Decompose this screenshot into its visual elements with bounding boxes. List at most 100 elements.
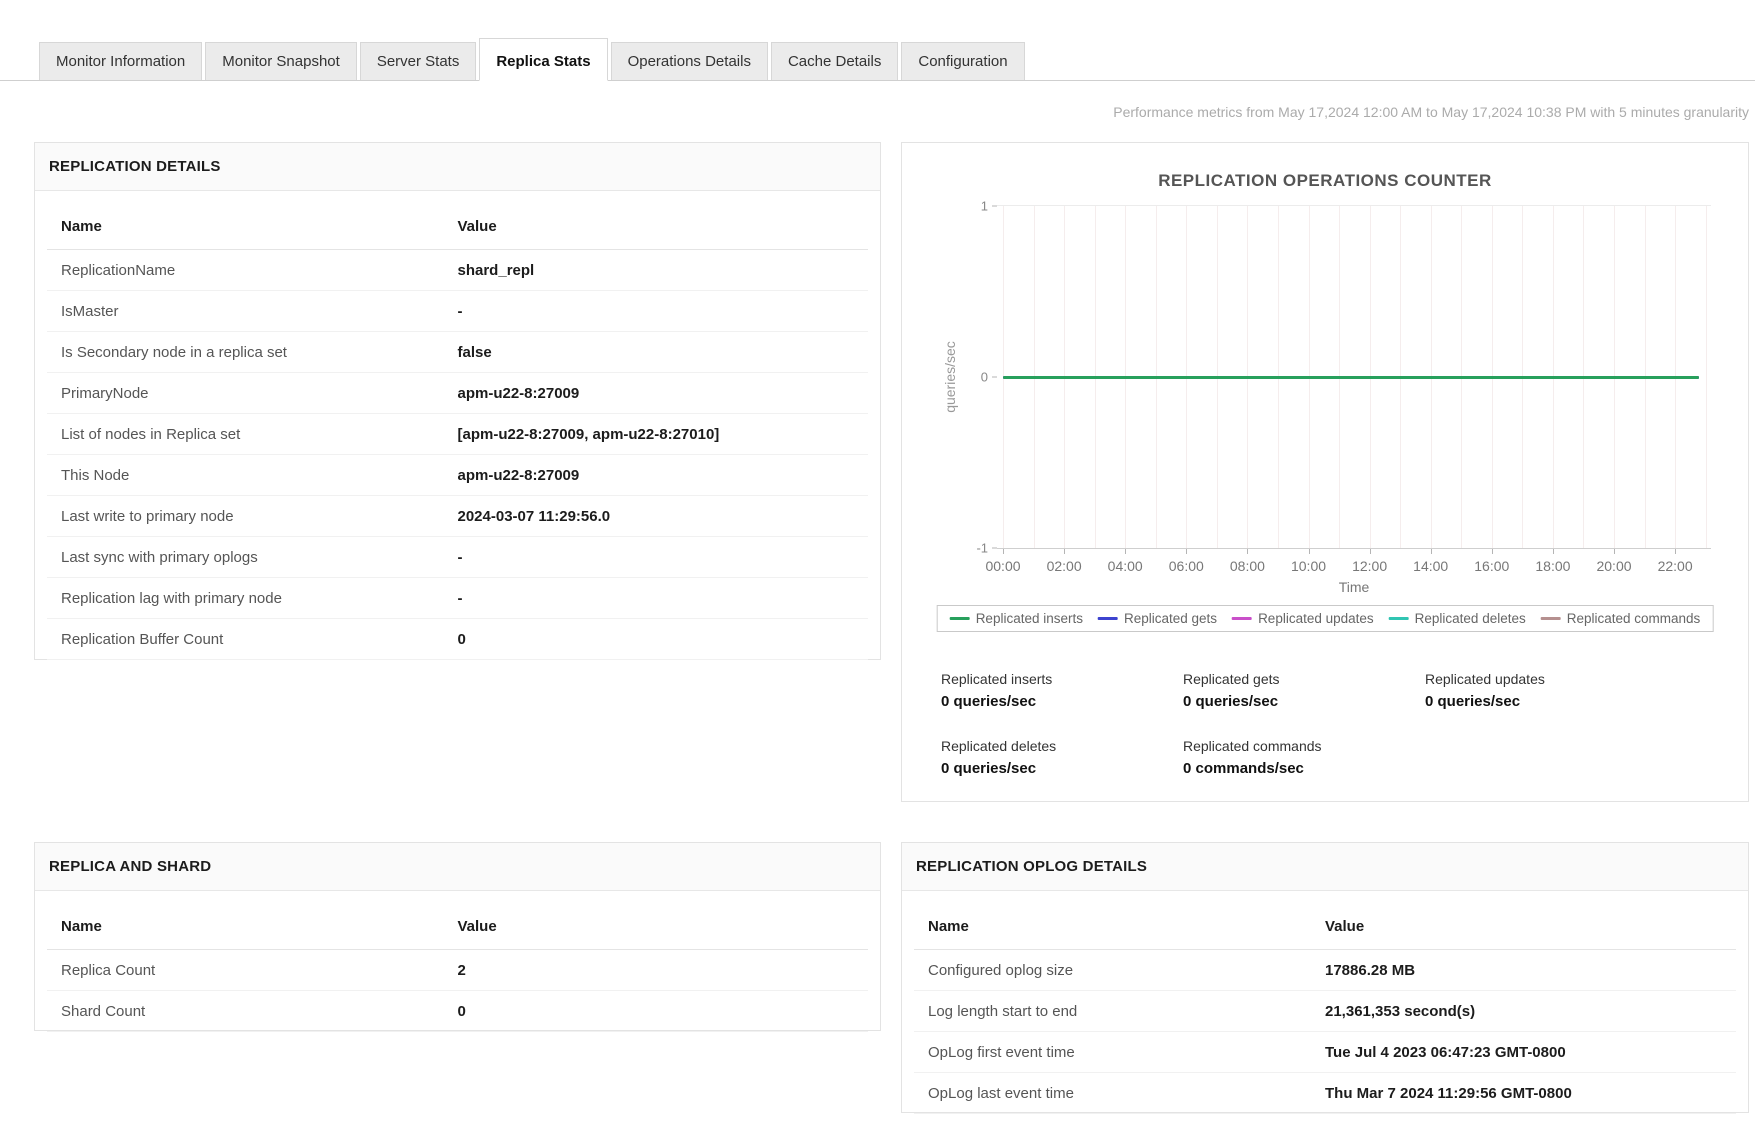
row-name: This Node [47,467,458,484]
row-value: 2 [458,962,869,979]
y-axis-label: queries/sec [942,327,958,427]
panel-title: REPLICA AND SHARD [35,843,880,891]
table-row: List of nodes in Replica set[apm-u22-8:2… [47,414,868,455]
x-tick-label: 04:00 [1108,558,1143,574]
x-tick-label: 10:00 [1291,558,1326,574]
plot-area: queries/sec 10-100:0002:0004:0006:0008:0… [997,205,1711,549]
chart-stat-replicated-deletes: Replicated deletes0 queries/sec [941,738,1183,777]
x-tick-mark [1614,549,1615,554]
row-name: Last sync with primary oplogs [47,549,458,566]
chart-legend: Replicated inserts Replicated gets Replica… [937,605,1714,632]
chart-stat-replicated-updates: Replicated updates0 queries/sec [1425,671,1667,710]
column-header-name: Name [914,918,1325,935]
table-row: Last sync with primary oplogs- [47,537,868,578]
x-tick-mark [1186,549,1187,554]
panel-title: REPLICATION DETAILS [35,143,880,191]
x-tick-label: 00:00 [985,558,1020,574]
table-row: IsMaster- [47,291,868,332]
tab-monitor-snapshot[interactable]: Monitor Snapshot [205,42,357,80]
row-name: Log length start to end [914,1003,1325,1020]
legend-swatch-icon [1232,617,1252,620]
x-tick-label: 02:00 [1047,558,1082,574]
tab-cache-details[interactable]: Cache Details [771,42,898,80]
x-tick-label: 12:00 [1352,558,1387,574]
legend-item-replicated-inserts[interactable]: Replicated inserts [950,611,1083,626]
legend-label: Replicated inserts [976,611,1083,626]
chart-stat-replicated-commands: Replicated commands 0 commands/sec [1183,738,1425,777]
row-value: - [458,549,869,566]
table-row: Replication lag with primary node- [47,578,868,619]
legend-item-replicated-updates[interactable]: Replicated updates [1232,611,1374,626]
replication-oplog-details-panel: REPLICATION OPLOG DETAILS NameValueConfi… [901,842,1749,1113]
tab-configuration[interactable]: Configuration [901,42,1024,80]
y-tick-label: -1 [976,541,988,556]
stat-value: 0 queries/sec [1425,693,1667,710]
row-value: 17886.28 MB [1325,962,1736,979]
row-name: PrimaryNode [47,385,458,402]
chart-stats: Replicated inserts0 queries/secReplicate… [941,671,1667,777]
x-tick-label: 20:00 [1596,558,1631,574]
row-name: IsMaster [47,303,458,320]
x-tick-label: 08:00 [1230,558,1265,574]
row-value: - [458,590,869,607]
chart-title: REPLICATION OPERATIONS COUNTER [902,171,1748,191]
row-name: Configured oplog size [914,962,1325,979]
row-name: List of nodes in Replica set [47,426,458,443]
y-tick-mark [992,548,997,549]
table-row: This Nodeapm-u22-8:27009 [47,455,868,496]
column-header-value: Value [1325,918,1736,935]
table-header-row: NameValue [914,903,1736,950]
replica-and-shard-panel: REPLICA AND SHARD NameValueReplica Count… [34,842,881,1031]
replication-details-table: NameValueReplicationNameshard_replIsMast… [35,191,880,660]
table-row: Is Secondary node in a replica setfalse [47,332,868,373]
row-name: Replica Count [47,962,458,979]
table-row: ReplicationNameshard_repl [47,250,868,291]
legend-label: Replicated updates [1258,611,1374,626]
legend-swatch-icon [1541,617,1561,620]
x-tick-mark [1247,549,1248,554]
stat-label: Replicated deletes [941,738,1183,754]
row-name: Shard Count [47,1003,458,1020]
legend-label: Replicated gets [1124,611,1217,626]
legend-item-replicated-gets[interactable]: Replicated gets [1098,611,1217,626]
x-tick-mark [1064,549,1065,554]
row-value: false [458,344,869,361]
row-name: Replication lag with primary node [47,590,458,607]
y-tick-label: 0 [981,370,988,385]
x-tick-mark [1431,549,1432,554]
row-value: 0 [458,1003,869,1020]
row-value: apm-u22-8:27009 [458,385,869,402]
column-header-value: Value [458,918,869,935]
row-name: OpLog first event time [914,1044,1325,1061]
row-value: 2024-03-07 11:29:56.0 [458,508,869,525]
x-axis-label: Time [997,579,1711,595]
tab-bar: Monitor InformationMonitor SnapshotServe… [0,30,1755,81]
x-tick-label: 18:00 [1535,558,1570,574]
stat-label: Replicated commands [1183,738,1425,754]
tab-operations-details[interactable]: Operations Details [611,42,768,80]
legend-item-replicated-commands[interactable]: Replicated commands [1541,611,1701,626]
x-tick-mark [1003,549,1004,554]
tab-monitor-information[interactable]: Monitor Information [39,42,202,80]
table-row: Configured oplog size17886.28 MB [914,950,1736,991]
table-header-row: NameValue [47,903,868,950]
table-row: PrimaryNodeapm-u22-8:27009 [47,373,868,414]
table-row: Shard Count0 [47,991,868,1032]
legend-item-replicated-deletes[interactable]: Replicated deletes [1389,611,1526,626]
column-header-value: Value [458,218,869,235]
row-value: Tue Jul 4 2023 06:47:23 GMT-0800 [1325,1044,1736,1061]
stat-value: 0 commands/sec [1183,760,1425,777]
tab-replica-stats[interactable]: Replica Stats [479,38,607,81]
table-row: Log length start to end21,361,353 second… [914,991,1736,1032]
x-tick-mark [1675,549,1676,554]
row-name: ReplicationName [47,262,458,279]
tab-server-stats[interactable]: Server Stats [360,42,477,80]
y-tick-mark [992,206,997,207]
replication-details-panel: REPLICATION DETAILS NameValueReplication… [34,142,881,660]
gridline [1706,206,1707,548]
replica-and-shard-table: NameValueReplica Count2Shard Count0 [35,891,880,1032]
table-row: Replica Count2 [47,950,868,991]
x-tick-mark [1370,549,1371,554]
table-row: Replication Buffer Count0 [47,619,868,660]
row-value: - [458,303,869,320]
